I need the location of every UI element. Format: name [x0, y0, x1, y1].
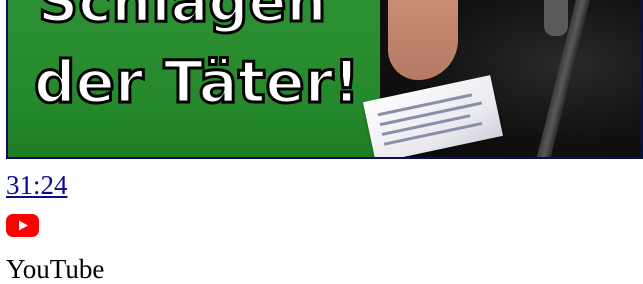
thumbnail-headline-top: Schlagen: [36, 0, 327, 37]
microphone-icon: [544, 0, 568, 36]
thumbnail-headline: der Täter!: [33, 47, 362, 118]
source-label: YouTube: [6, 254, 105, 284]
video-thumbnail-link[interactable]: Schlagen der Täter!: [6, 0, 643, 159]
video-thumbnail: Schlagen der Täter!: [6, 0, 643, 159]
video-result: Schlagen der Täter! 31:24 YouTube: [0, 0, 643, 284]
youtube-logo-icon: [6, 214, 39, 237]
video-duration-link[interactable]: 31:24: [6, 168, 68, 202]
